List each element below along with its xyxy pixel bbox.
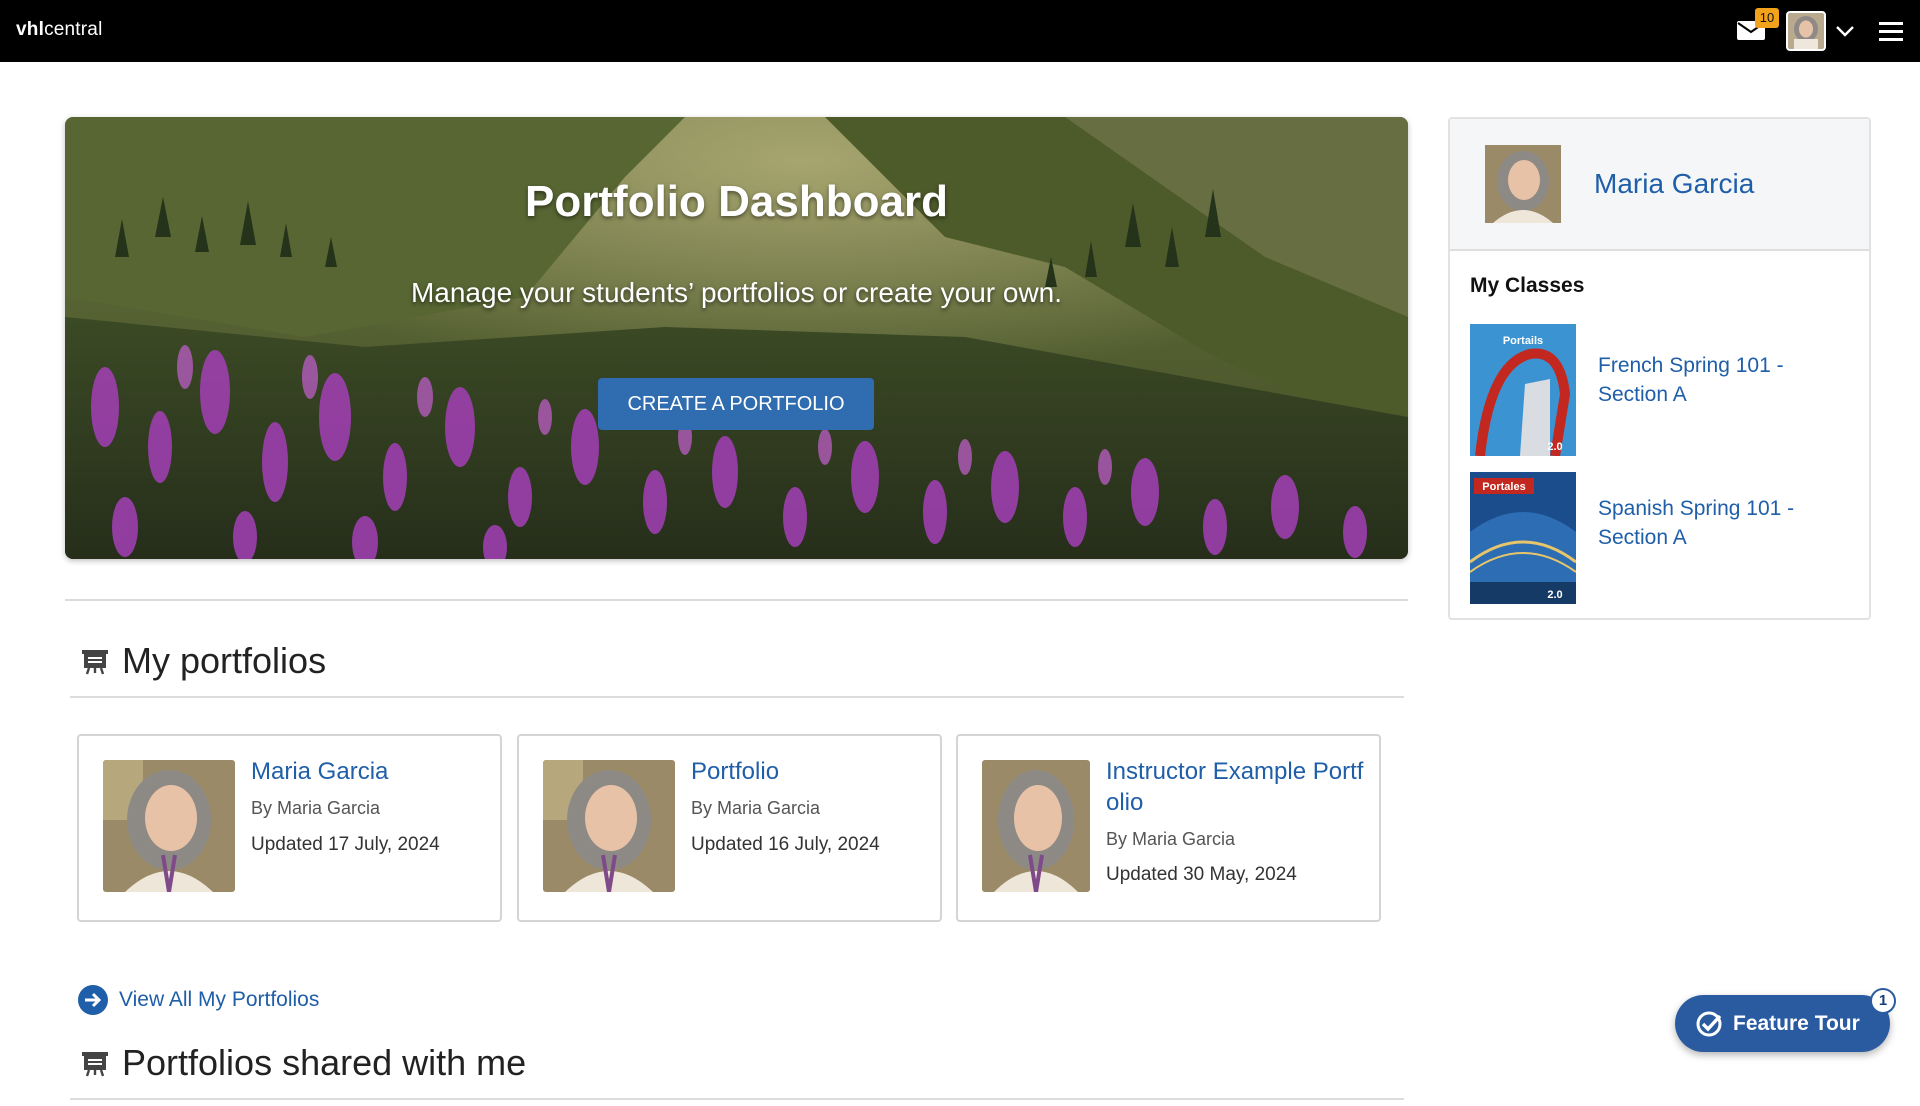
hero-subtitle: Manage your students’ portfolios or crea… [65, 277, 1408, 309]
feature-tour-count-badge: 1 [1870, 988, 1896, 1014]
section-title: Portfolios shared with me [122, 1042, 526, 1084]
portfolio-title-link[interactable]: Instructor Example Portfolio [1106, 756, 1368, 818]
page-title: Portfolio Dashboard [65, 177, 1408, 227]
portfolio-title-link[interactable]: Portfolio [691, 756, 936, 787]
portfolio-thumbnail [103, 760, 235, 892]
section-title: My portfolios [122, 640, 326, 682]
divider [70, 1098, 1404, 1100]
vhlcentral-logo[interactable]: vhlcentral [16, 19, 103, 41]
avatar[interactable] [1485, 145, 1561, 223]
profile-sidebar: Maria Garcia My Classes Portails 2.0 Fre… [1448, 117, 1871, 620]
presentation-board-icon [80, 1048, 110, 1078]
feature-tour-label: Feature Tour [1733, 1012, 1860, 1036]
portfolio-updated-date: Updated 17 July, 2024 [251, 834, 440, 856]
portfolio-thumbnail [982, 760, 1090, 892]
portfolio-author: By Maria Garcia [251, 798, 380, 819]
create-portfolio-button[interactable]: CREATE A PORTFOLIO [598, 378, 874, 430]
view-all-portfolios-link[interactable]: View All My Portfolios [77, 984, 319, 1016]
divider [65, 599, 1408, 601]
view-all-label: View All My Portfolios [119, 988, 319, 1012]
hamburger-menu-icon[interactable] [1878, 19, 1904, 43]
portfolio-thumbnail [543, 760, 675, 892]
user-name-link[interactable]: Maria Garcia [1594, 168, 1754, 200]
portfolio-author: By Maria Garcia [1106, 829, 1235, 850]
french-textbook-cover[interactable]: Portails 2.0 [1470, 324, 1576, 456]
top-navigation-bar: vhlcentral 10 [0, 0, 1920, 62]
hero-banner: Portfolio Dashboard Manage your students… [65, 117, 1408, 559]
spanish-textbook-cover[interactable]: Portales 2.0 [1470, 472, 1576, 604]
arrow-right-circle-icon [77, 984, 109, 1016]
profile-header: Maria Garcia [1450, 119, 1869, 251]
portfolio-updated-date: Updated 30 May, 2024 [1106, 864, 1297, 886]
my-classes-heading: My Classes [1470, 274, 1584, 298]
svg-text:Portales: Portales [1482, 481, 1525, 493]
my-portfolios-heading: My portfolios [80, 640, 326, 682]
chevron-down-icon[interactable] [1834, 20, 1856, 42]
portfolio-card[interactable]: Portfolio By Maria Garcia Updated 16 Jul… [517, 734, 942, 922]
feature-tour-button[interactable]: Feature Tour [1675, 995, 1890, 1052]
svg-text:2.0: 2.0 [1547, 441, 1562, 453]
portfolio-updated-date: Updated 16 July, 2024 [691, 834, 880, 856]
portfolio-card[interactable]: Instructor Example Portfolio By Maria Ga… [956, 734, 1381, 922]
divider [70, 696, 1404, 698]
class-link-spanish[interactable]: Spanish Spring 101 - Section A [1598, 494, 1828, 552]
portfolio-title-link[interactable]: Maria Garcia [251, 756, 496, 787]
check-circle-icon [1695, 1010, 1723, 1038]
class-link-french[interactable]: French Spring 101 - Section A [1598, 351, 1828, 409]
portfolio-card[interactable]: Maria Garcia By Maria Garcia Updated 17 … [77, 734, 502, 922]
mail-count-badge: 10 [1755, 8, 1779, 28]
portfolio-author: By Maria Garcia [691, 798, 820, 819]
avatar[interactable] [1786, 11, 1826, 51]
svg-text:Portails: Portails [1503, 335, 1543, 347]
shared-portfolios-heading: Portfolios shared with me [80, 1042, 526, 1084]
svg-text:2.0: 2.0 [1547, 589, 1562, 601]
presentation-board-icon [80, 646, 110, 676]
